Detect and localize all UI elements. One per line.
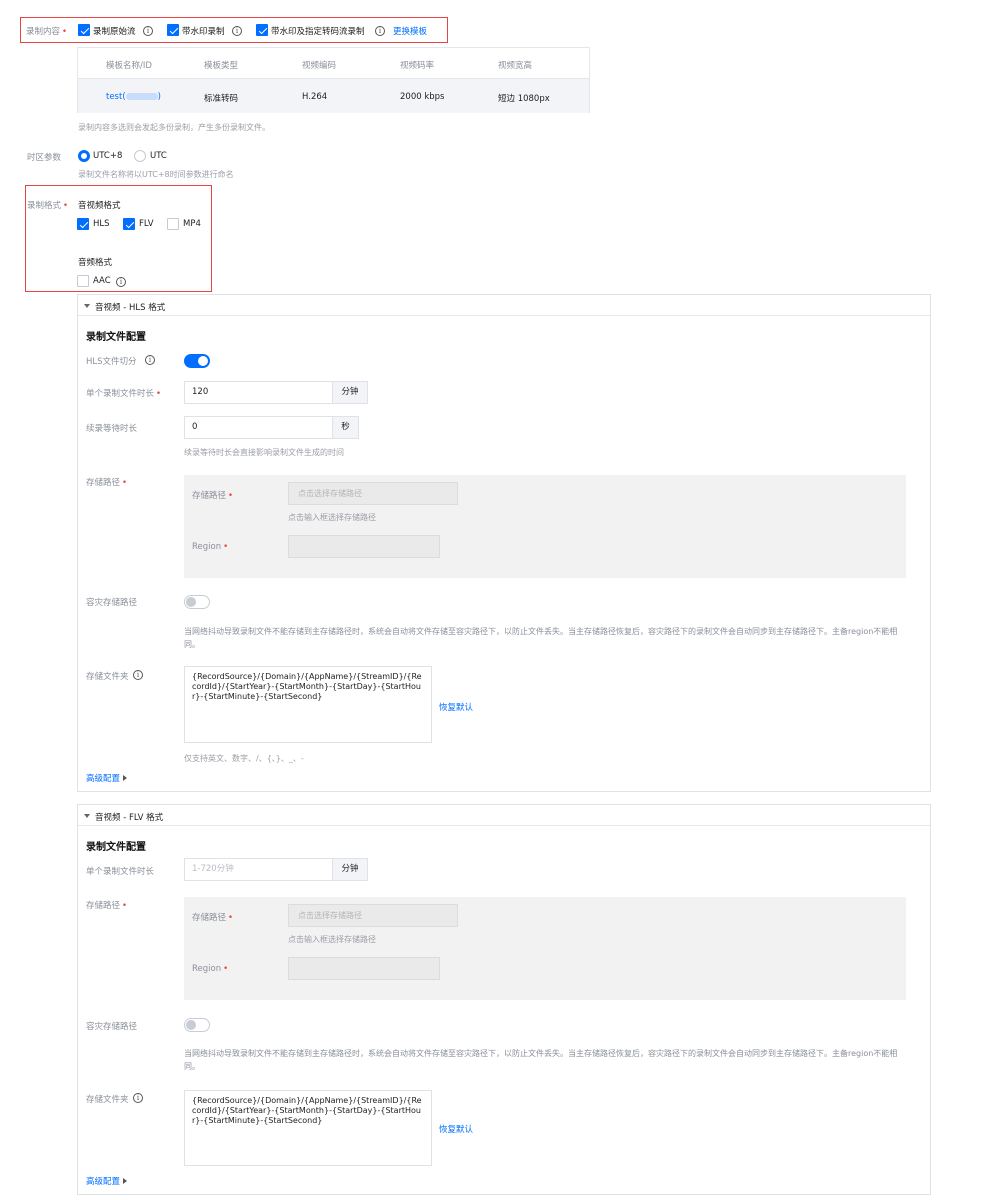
flv-restore-default-link[interactable]: 恢复默认 <box>439 1123 473 1135</box>
checkbox-watermark[interactable] <box>167 24 179 36</box>
expand-arrow-icon <box>122 775 127 781</box>
hls-wait-hint: 续录等待时长会直接影响录制文件生成的时间 <box>184 448 344 457</box>
template-name-link[interactable]: test() <box>106 92 161 102</box>
flv-backup-toggle[interactable] <box>184 1018 210 1032</box>
record-format-label: 录制格式 • <box>27 201 69 211</box>
hls-duration-label: 单个录制文件时长 • <box>86 389 162 399</box>
storage-path-hint: 点击输入框选择存储路径 <box>288 935 376 944</box>
info-icon[interactable]: i <box>143 26 153 36</box>
checkbox-hls[interactable] <box>77 218 89 230</box>
storage-path-label: 存储路径 • <box>192 491 234 501</box>
hls-section-title: 录制文件配置 <box>86 332 146 343</box>
table-header-bitrate: 视频码率 <box>400 61 435 71</box>
flv-duration-input[interactable]: 1-720分钟 <box>184 858 333 881</box>
checkbox-hls-label[interactable]: HLS <box>93 219 110 229</box>
info-icon[interactable]: i <box>145 355 155 365</box>
hls-storage-box: 存储路径 • 点击选择存储路径 点击输入框选择存储路径 Region • <box>184 475 906 578</box>
hls-duration-unit: 分钟 <box>333 381 368 404</box>
info-icon[interactable]: i <box>232 26 242 36</box>
checkbox-mp4[interactable] <box>167 218 179 230</box>
table-header-type: 模板类型 <box>204 61 239 71</box>
hls-backup-toggle[interactable] <box>184 595 210 609</box>
table-header-size: 视频宽高 <box>498 61 533 71</box>
flv-folder-textarea[interactable]: {RecordSource}/{Domain}/{AppName}/{Strea… <box>184 1090 432 1166</box>
flv-section-title: 录制文件配置 <box>86 842 146 853</box>
record-content-label: 录制内容 • <box>26 27 68 37</box>
storage-path-hint: 点击输入框选择存储路径 <box>288 513 376 522</box>
table-header-name: 模板名称/ID <box>106 61 152 71</box>
hls-panel-title: 音视频 - HLS 格式 <box>95 303 166 313</box>
flv-format-panel: 音视频 - FLV 格式 录制文件配置 单个录制文件时长 1-720分钟 分钟 … <box>77 804 931 1195</box>
av-format-title: 音视频格式 <box>78 201 121 211</box>
flv-duration-label: 单个录制文件时长 <box>86 867 155 877</box>
hls-backup-label: 容灾存储路径 <box>86 598 138 608</box>
hls-backup-desc: 当网络抖动导致录制文件不能存储到主存储路径时，系统会自动将文件存储至容灾路径下，… <box>184 627 898 649</box>
radio-utc-label[interactable]: UTC <box>150 151 167 161</box>
hls-wait-unit: 秒 <box>333 416 359 439</box>
hls-storage-label: 存储路径 • <box>86 478 128 488</box>
hls-panel-header[interactable]: 音视频 - HLS 格式 <box>78 295 930 316</box>
storage-path-input[interactable]: 点击选择存储路径 <box>288 904 458 927</box>
radio-utc[interactable] <box>134 150 146 162</box>
redacted-id <box>125 93 158 100</box>
record-content-hint: 录制内容多选则会发起多份录制，产生多份录制文件。 <box>78 123 270 132</box>
region-input[interactable] <box>288 957 440 980</box>
checkbox-watermark-transcode[interactable] <box>256 24 268 36</box>
expand-arrow-icon <box>122 1178 127 1184</box>
audio-format-title: 音频格式 <box>78 258 113 268</box>
checkbox-flv-label[interactable]: FLV <box>139 219 154 229</box>
hls-wait-input[interactable]: 0 <box>184 416 333 439</box>
info-icon[interactable]: i <box>133 670 143 680</box>
flv-duration-unit: 分钟 <box>333 858 368 881</box>
collapse-arrow-icon[interactable] <box>84 304 90 308</box>
flv-panel-header[interactable]: 音视频 - FLV 格式 <box>78 805 930 826</box>
region-input[interactable] <box>288 535 440 558</box>
flv-backup-label: 容灾存储路径 <box>86 1022 138 1032</box>
flv-panel-title: 音视频 - FLV 格式 <box>95 813 164 823</box>
flv-advanced-config-link[interactable]: 高级配置 <box>86 1175 127 1187</box>
hls-restore-default-link[interactable]: 恢复默认 <box>439 701 473 713</box>
option-watermark-transcode-label[interactable]: 带水印及指定转码流录制 <box>271 25 365 37</box>
storage-path-label: 存储路径 • <box>192 913 234 923</box>
size-cell: 短边 1080px <box>498 94 550 104</box>
region-label: Region • <box>192 964 229 974</box>
info-icon[interactable]: i <box>133 1093 143 1103</box>
flv-storage-label: 存储路径 • <box>86 901 128 911</box>
hls-split-label: HLS文件切分 <box>86 357 137 367</box>
hls-folder-textarea[interactable]: {RecordSource}/{Domain}/{AppName}/{Strea… <box>184 666 432 743</box>
collapse-arrow-icon[interactable] <box>84 814 90 818</box>
flv-backup-desc: 当网络抖动导致录制文件不能存储到主存储路径时，系统会自动将文件存储至容灾路径下，… <box>184 1049 898 1071</box>
hls-advanced-config-link[interactable]: 高级配置 <box>86 772 127 784</box>
option-original-stream-label[interactable]: 录制原始流 <box>93 25 136 37</box>
hls-folder-hint: 仅支持英文、数字、/、{、}、_、- <box>184 754 304 763</box>
flv-folder-label: 存储文件夹 <box>86 1095 129 1105</box>
checkbox-original-stream[interactable] <box>78 24 90 36</box>
checkbox-aac[interactable] <box>77 275 89 287</box>
bitrate-cell: 2000 kbps <box>400 92 445 102</box>
checkbox-mp4-label[interactable]: MP4 <box>183 219 201 229</box>
hls-split-toggle[interactable] <box>184 354 210 368</box>
table-row: test() 标准转码 H.264 2000 kbps 短边 1080px <box>78 78 589 113</box>
hls-duration-input[interactable]: 120 <box>184 381 333 404</box>
timezone-hint: 录制文件名称将以UTC+8时间参数进行命名 <box>78 170 234 179</box>
table-header-codec: 视频编码 <box>302 61 337 71</box>
codec-cell: H.264 <box>302 92 328 102</box>
change-template-link[interactable]: 更换模板 <box>393 25 427 37</box>
option-watermark-label[interactable]: 带水印录制 <box>182 25 225 37</box>
radio-utc8-label[interactable]: UTC+8 <box>93 151 122 161</box>
checkbox-flv[interactable] <box>123 218 135 230</box>
hls-format-panel: 音视频 - HLS 格式 录制文件配置 HLS文件切分 i 单个录制文件时长 • … <box>77 294 931 792</box>
info-icon[interactable]: i <box>116 277 126 287</box>
storage-path-input[interactable]: 点击选择存储路径 <box>288 482 458 505</box>
template-table: 模板名称/ID 模板类型 视频编码 视频码率 视频宽高 test() 标准转码 … <box>77 47 590 113</box>
flv-storage-box: 存储路径 • 点击选择存储路径 点击输入框选择存储路径 Region • <box>184 897 906 1000</box>
radio-utc8[interactable] <box>78 150 90 162</box>
hls-wait-label: 续录等待时长 <box>86 424 138 434</box>
region-label: Region • <box>192 542 229 552</box>
timezone-label: 时区参数 <box>27 153 62 163</box>
template-type-cell: 标准转码 <box>204 94 239 104</box>
info-icon[interactable]: i <box>375 26 385 36</box>
hls-folder-label: 存储文件夹 <box>86 672 129 682</box>
checkbox-aac-label[interactable]: AAC <box>93 276 111 286</box>
